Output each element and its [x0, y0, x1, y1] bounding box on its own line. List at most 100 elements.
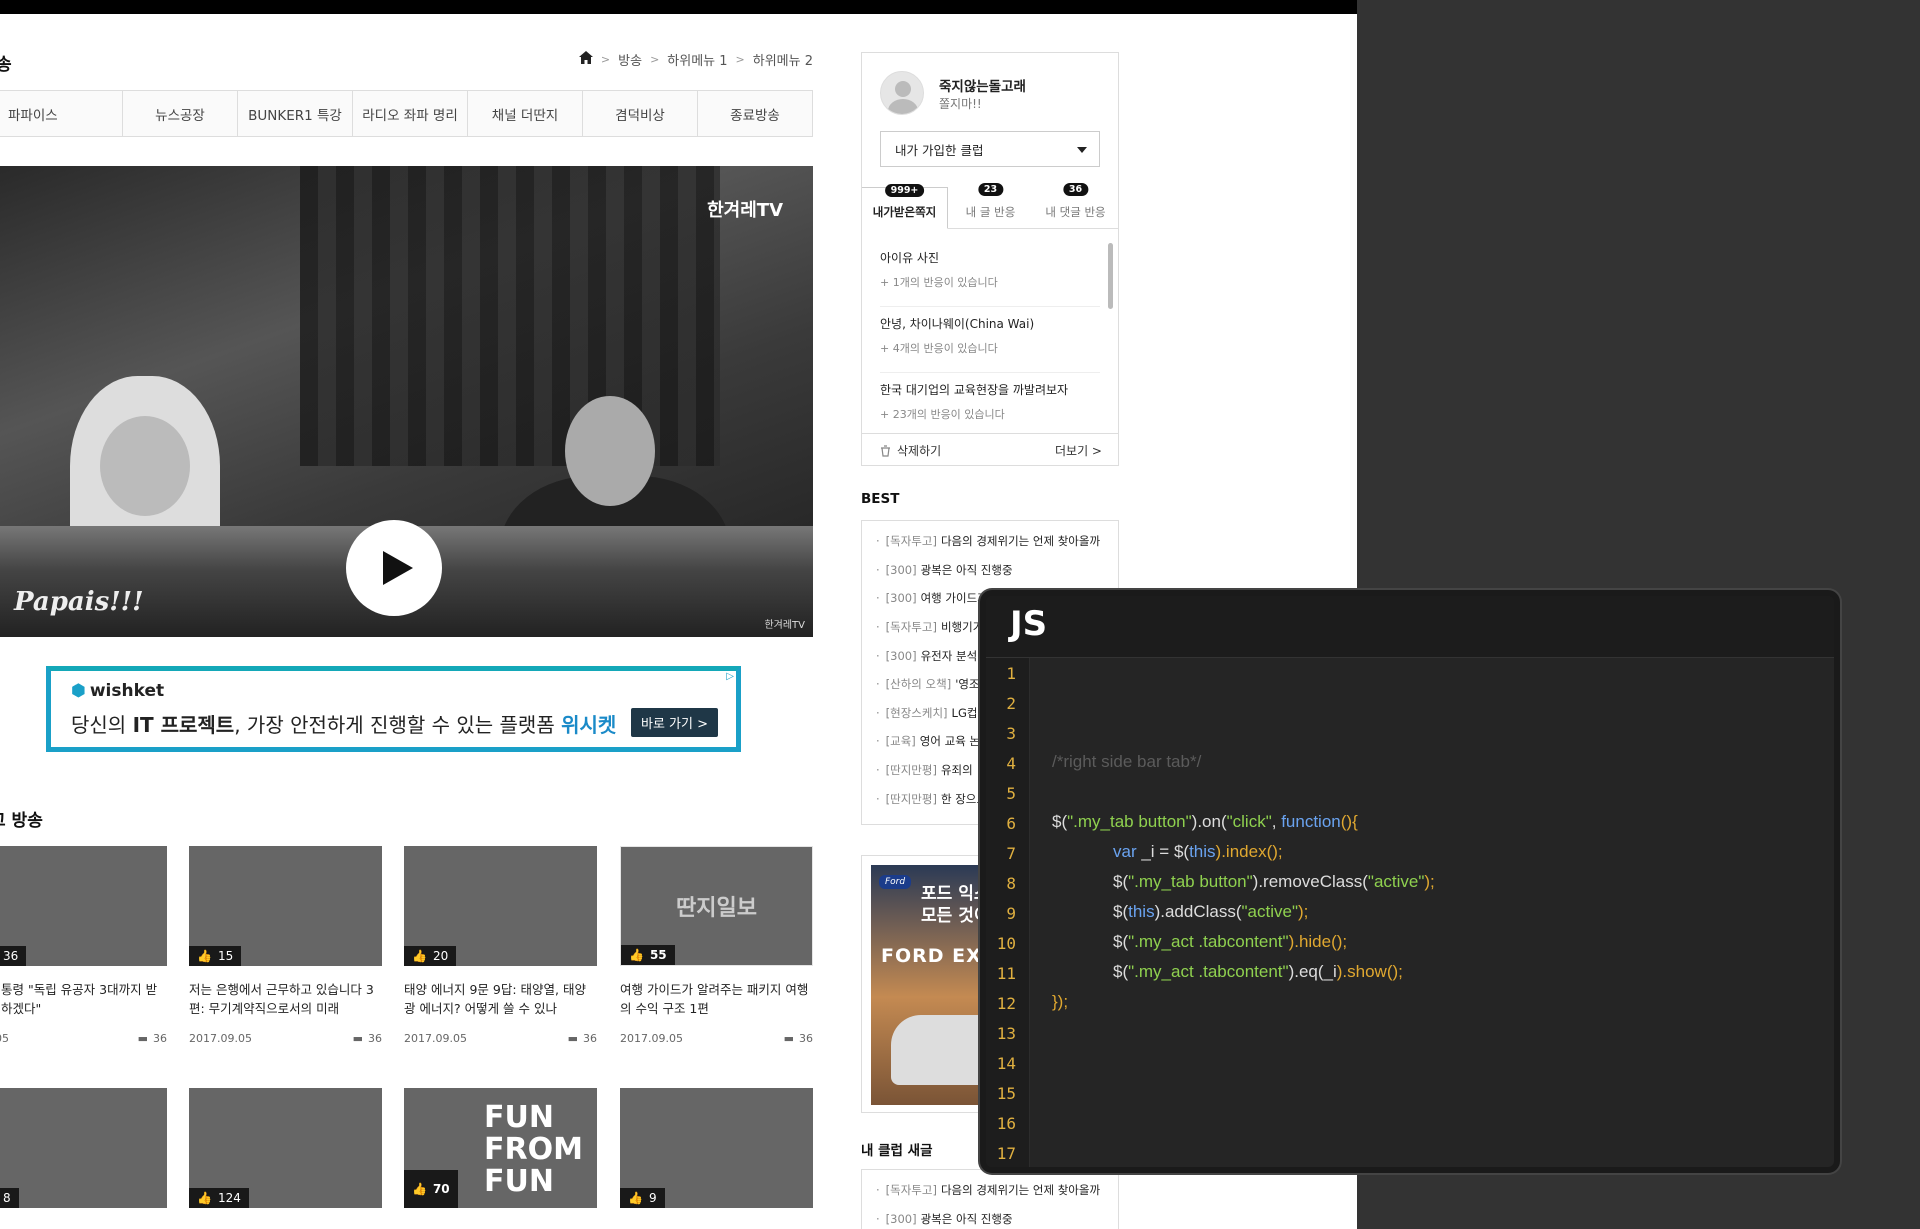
- card-title[interactable]: 저는 은행에서 근무하고 있습니다 3편: 무기계약직으로서의 미래: [189, 980, 382, 1020]
- tab-bunker1[interactable]: BUNKER1 특강: [238, 91, 353, 136]
- line-number: 15: [996, 1084, 1016, 1103]
- line-number: 13: [996, 1024, 1016, 1043]
- video-card[interactable]: 👍 124: [189, 1088, 382, 1208]
- profile-name[interactable]: 죽지않는돌고래: [939, 75, 1026, 95]
- card-date: 2017.09.05: [404, 1032, 467, 1045]
- card-thumbnail[interactable]: 👍36: [0, 846, 167, 966]
- comment-icon: ▬: [352, 1032, 363, 1045]
- line-number: 3: [1006, 724, 1016, 743]
- tab-emergency[interactable]: 겸덕비상: [583, 91, 698, 136]
- card-thumbnail[interactable]: 👍 20: [404, 846, 597, 966]
- profile-status: 쫄지마!!: [939, 97, 982, 111]
- tab-channel[interactable]: 채널 더딴지: [468, 91, 583, 136]
- tab-post-reactions[interactable]: 23 내 글 반응: [948, 183, 1033, 228]
- card-title[interactable]: 인 대통령 "독립 유공자 3대까지 받도록 하겠다": [0, 980, 167, 1020]
- count-badge: 23: [977, 183, 1004, 196]
- tab-news-factory[interactable]: 뉴스공장: [123, 91, 238, 136]
- tab-received-messages[interactable]: 999+ 내가받은쪽지: [862, 184, 948, 229]
- card-thumbnail[interactable]: 👍8: [0, 1088, 167, 1208]
- list-item[interactable]: 아이유 사진 + 1개의 반응이 있습니다: [880, 241, 1100, 307]
- section-subtitle: 고 방송: [0, 811, 43, 831]
- tab-radio[interactable]: 라디오 좌파 명리: [353, 91, 468, 136]
- list-item[interactable]: · [독자투고] 다음의 경제위기는 언제 찾아올까: [862, 527, 1118, 556]
- code-line[interactable]: $(".my_act .tabcontent").hide();: [1113, 932, 1347, 952]
- tab-comment-reactions[interactable]: 36 내 댓글 반응: [1033, 183, 1118, 228]
- delete-button[interactable]: 삭제하기: [880, 442, 941, 459]
- card-title[interactable]: 태양 에너지 9문 9답: 태양열, 태양광 에너지? 어떻게 쓸 수 있나: [404, 980, 597, 1020]
- card-date: 2017.09.05: [620, 1032, 683, 1045]
- trash-icon: [881, 444, 890, 457]
- card-thumbnail[interactable]: 딴지일보 👍 55: [620, 846, 813, 966]
- tab-ended[interactable]: 종료방송: [698, 91, 812, 136]
- code-line[interactable]: });: [1052, 992, 1068, 1012]
- breadcrumb-item[interactable]: 하위메뉴 2: [753, 50, 813, 69]
- line-number: 8: [1006, 874, 1016, 893]
- message-tabs: 999+ 내가받은쪽지 23 내 글 반응 36 내 댓글 반응: [862, 183, 1118, 229]
- chevron-right-icon: >: [600, 53, 611, 66]
- card-title[interactable]: 여행 가이드가 알려주는 패키지 여행의 수익 구조 1편: [620, 980, 813, 1020]
- code-line[interactable]: $(".my_act .tabcontent").eq(_i).show();: [1113, 962, 1403, 982]
- section-title: 송: [0, 55, 12, 75]
- thumbs-up-icon: 👍: [412, 1182, 427, 1196]
- line-number: 4: [1006, 754, 1016, 773]
- avatar[interactable]: [880, 71, 924, 115]
- ad-brand: ⬢ wishket: [71, 681, 165, 701]
- like-count: 👍 15: [189, 946, 242, 966]
- video-card[interactable]: 딴지일보 👍 55 여행 가이드가 알려주는 패키지 여행의 수익 구조 1편 20…: [620, 846, 813, 1045]
- line-number: 17: [996, 1144, 1016, 1163]
- like-count: 👍8: [0, 1188, 19, 1208]
- ad-cta-button[interactable]: 바로 가기 >: [631, 708, 718, 737]
- comment-count: 36: [368, 1032, 382, 1045]
- video-player[interactable]: 한겨레TV 한겨레TV Papais!!!: [0, 166, 813, 637]
- list-item[interactable]: · [300] 광복은 아직 진행중: [862, 1205, 1118, 1229]
- line-number: 5: [1006, 784, 1016, 803]
- code-line[interactable]: $(".my_tab button").on("click", function…: [1052, 812, 1358, 832]
- chevron-right-icon: >: [735, 53, 745, 66]
- home-icon[interactable]: [578, 51, 593, 68]
- video-person-right-head: [565, 396, 655, 506]
- video-card[interactable]: 👍 15 저는 은행에서 근무하고 있습니다 3편: 무기계약직으로서의 미래 2…: [189, 846, 382, 1045]
- line-number: 2: [1006, 694, 1016, 713]
- scrollbar-thumb[interactable]: [1108, 243, 1113, 309]
- code-line[interactable]: /*right side bar tab*/: [1052, 752, 1201, 772]
- more-button[interactable]: 더보기 >: [1055, 442, 1102, 459]
- card-thumbnail[interactable]: 👍 9: [620, 1088, 813, 1208]
- comment-count: 36: [583, 1032, 597, 1045]
- code-editor-header: JS: [986, 596, 1834, 658]
- code-line[interactable]: $(this).addClass("active");: [1113, 902, 1308, 922]
- video-card[interactable]: 👍8: [0, 1088, 167, 1208]
- profile-widget: 죽지않는돌고래 쫄지마!! 내가 가입한 클럽 999+ 내가받은쪽지 23 내 글…: [861, 52, 1119, 466]
- video-card[interactable]: FUN FROM FUN 👍 70: [404, 1088, 597, 1208]
- tab-papais[interactable]: 파파이스: [0, 91, 123, 136]
- thumbs-up-icon: 👍: [197, 1191, 212, 1205]
- line-number: 1: [1006, 664, 1016, 683]
- card-thumbnail[interactable]: 👍 124: [189, 1088, 382, 1208]
- list-item[interactable]: 안녕, 차이나웨이(China Wai) + 4개의 반응이 있습니다: [880, 307, 1100, 373]
- card-thumbnail[interactable]: 👍 15: [189, 846, 382, 966]
- club-new-heading: 내 클럽 새글: [861, 1143, 933, 1159]
- video-card[interactable]: 👍36 인 대통령 "독립 유공자 3대까지 받도록 하겠다" .09.05 ▬ 3…: [0, 846, 167, 1045]
- best-heading: BEST: [861, 491, 900, 507]
- video-card[interactable]: 👍 9: [620, 1088, 813, 1208]
- card-thumbnail[interactable]: FUN FROM FUN 👍 70: [404, 1088, 597, 1208]
- club-select[interactable]: 내가 가입한 클럽: [880, 131, 1100, 167]
- breadcrumb-item[interactable]: 방송: [618, 50, 642, 69]
- code-line[interactable]: $(".my_tab button").removeClass("active"…: [1113, 872, 1435, 892]
- video-brand-logo: 한겨레TV: [707, 200, 783, 221]
- ad-choices-icon[interactable]: ▷: [726, 671, 734, 682]
- list-item[interactable]: 한국 대기업의 교육현장을 까발려보자 + 23개의 반응이 있습니다: [880, 373, 1100, 439]
- code-editor-window: JS 1 2 3 4 5 6 7 8 9 10 11 12 13 14 15 1…: [980, 590, 1840, 1173]
- breadcrumb-item[interactable]: 하위메뉴 1: [667, 50, 727, 69]
- list-item[interactable]: · [독자투고] 다음의 경제위기는 언제 찾아올까: [862, 1176, 1118, 1205]
- comment-count: 36: [153, 1032, 167, 1045]
- breadcrumb: > 방송 > 하위메뉴 1 > 하위메뉴 2: [578, 50, 813, 69]
- code-line[interactable]: var _i = $(this).index();: [1113, 842, 1283, 862]
- line-number-gutter: 1 2 3 4 5 6 7 8 9 10 11 12 13 14 15 16 1…: [986, 658, 1030, 1167]
- play-button[interactable]: [346, 520, 442, 616]
- list-item[interactable]: · [300] 광복은 아직 진행중: [862, 556, 1118, 585]
- video-card[interactable]: 👍 20 태양 에너지 9문 9답: 태양열, 태양광 에너지? 어떻게 쓸 수 …: [404, 846, 597, 1045]
- banner-ad-wishket[interactable]: ⬢ wishket 당신의 IT 프로젝트, 가장 안전하게 진행할 수 있는 플…: [46, 666, 741, 752]
- video-brand-watermark: 한겨레TV: [764, 620, 805, 631]
- like-count: 👍 20: [404, 946, 457, 966]
- thumbs-up-icon: 👍: [628, 1191, 643, 1205]
